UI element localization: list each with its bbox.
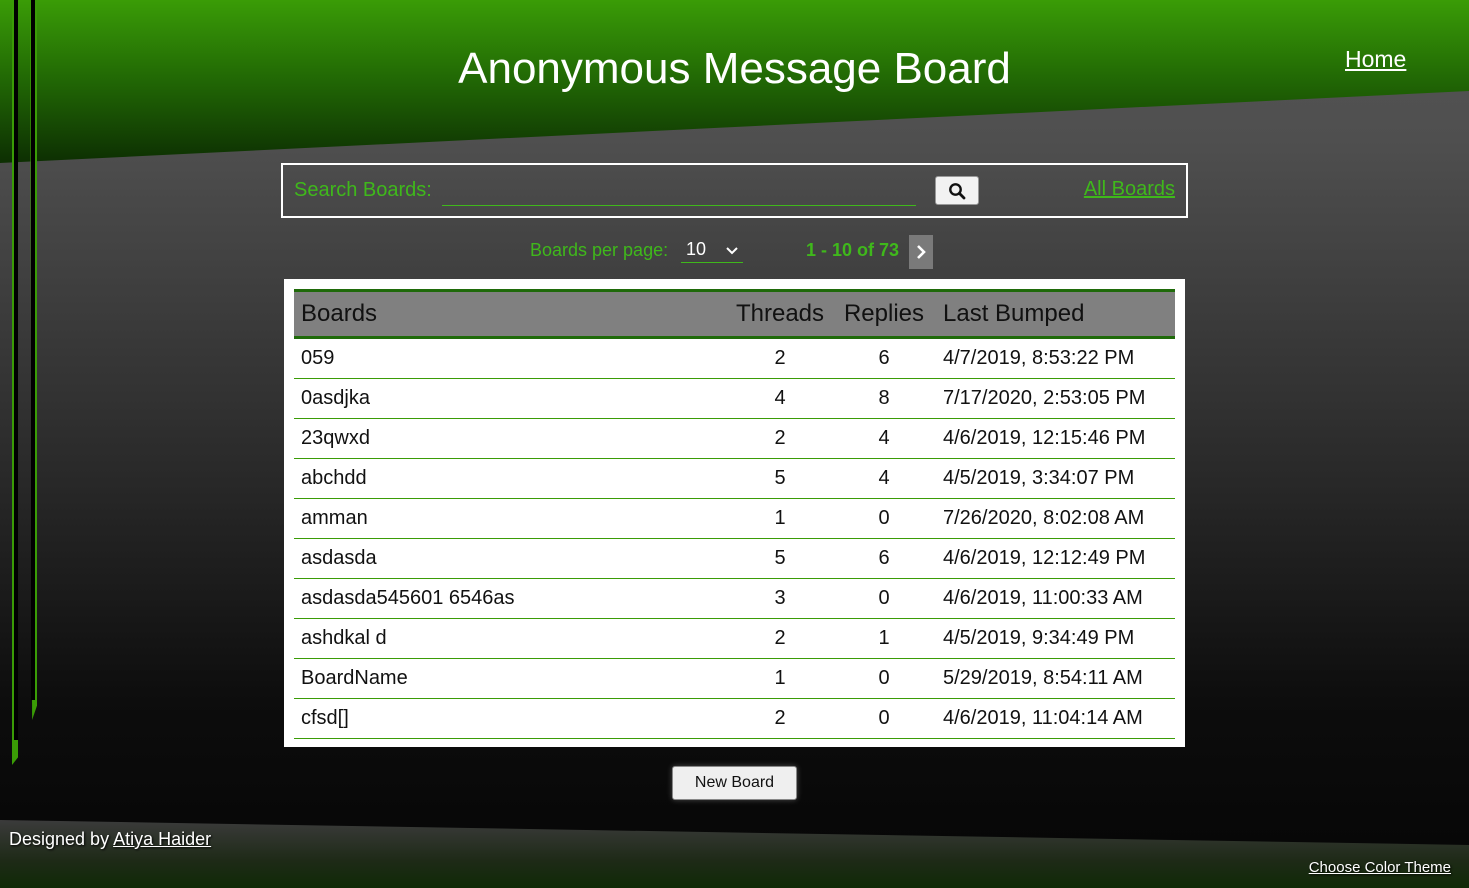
reply-count: 0 <box>832 658 936 699</box>
last-bumped: 5/29/2019, 8:54:11 AM <box>936 658 1175 699</box>
all-boards-link[interactable]: All Boards <box>1084 178 1175 201</box>
last-bumped: 7/26/2020, 8:02:08 AM <box>936 498 1175 539</box>
board-name[interactable]: 0asdjka <box>294 378 728 419</box>
search-label: Search Boards: <box>294 179 432 201</box>
last-bumped: 7/17/2020, 2:53:05 PM <box>936 378 1175 419</box>
boards-table-container: Boards Threads Replies Last Bumped 059 2… <box>284 279 1185 747</box>
table-row[interactable]: 23qwxd 2 4 4/6/2019, 12:15:46 PM <box>294 418 1175 459</box>
table-row[interactable]: asdasda545601 6546as 3 0 4/6/2019, 11:00… <box>294 578 1175 619</box>
next-page-button[interactable] <box>909 235 933 269</box>
reply-count: 4 <box>832 458 936 499</box>
table-row[interactable]: 0asdjka 4 8 7/17/2020, 2:53:05 PM <box>294 378 1175 419</box>
table-row[interactable]: 059 2 6 4/7/2019, 8:53:22 PM <box>294 337 1175 379</box>
reply-count: 1 <box>832 618 936 659</box>
reply-count: 0 <box>832 698 936 739</box>
reply-count: 8 <box>832 378 936 419</box>
board-name[interactable]: abchdd <box>294 458 728 499</box>
thread-count: 1 <box>728 658 832 699</box>
page-range: 1 - 10 of 73 <box>806 240 900 260</box>
board-name[interactable]: asdasda <box>294 538 728 579</box>
designed-by-prefix: Designed by <box>9 829 110 849</box>
search-icon <box>949 182 966 199</box>
choose-color-theme-link[interactable]: Choose Color Theme <box>1309 859 1451 876</box>
home-link[interactable]: Home <box>1345 46 1406 73</box>
board-name[interactable]: cfsd[] <box>294 698 728 739</box>
thread-count: 2 <box>728 618 832 659</box>
table-row[interactable]: ashdkal d 2 1 4/5/2019, 9:34:49 PM <box>294 618 1175 659</box>
table-row[interactable]: amman 1 0 7/26/2020, 8:02:08 AM <box>294 498 1175 539</box>
board-name[interactable]: amman <box>294 498 728 539</box>
column-header-threads[interactable]: Threads <box>728 289 832 339</box>
chevron-down-icon <box>726 247 738 255</box>
table-row[interactable]: BoardName 1 0 5/29/2019, 8:54:11 AM <box>294 658 1175 699</box>
per-page-select[interactable]: 10 <box>681 238 743 263</box>
last-bumped: 4/6/2019, 12:12:49 PM <box>936 538 1175 579</box>
board-name[interactable]: ashdkal d <box>294 618 728 659</box>
boards-table: Boards Threads Replies Last Bumped 059 2… <box>294 289 1175 739</box>
thread-count: 5 <box>728 458 832 499</box>
last-bumped: 4/5/2019, 3:34:07 PM <box>936 458 1175 499</box>
decorative-stripe <box>31 0 35 700</box>
thread-count: 2 <box>728 418 832 459</box>
reply-count: 4 <box>832 418 936 459</box>
reply-count: 0 <box>832 578 936 619</box>
table-row[interactable]: abchdd 5 4 4/5/2019, 3:34:07 PM <box>294 458 1175 499</box>
reply-count: 0 <box>832 498 936 539</box>
board-name[interactable]: 23qwxd <box>294 418 728 459</box>
table-row[interactable]: asdasda 5 6 4/6/2019, 12:12:49 PM <box>294 538 1175 579</box>
last-bumped: 4/6/2019, 12:15:46 PM <box>936 418 1175 459</box>
thread-count: 2 <box>728 698 832 739</box>
search-input[interactable] <box>442 177 916 206</box>
last-bumped: 4/6/2019, 11:04:14 AM <box>936 698 1175 739</box>
thread-count: 5 <box>728 538 832 579</box>
last-bumped: 4/5/2019, 9:34:49 PM <box>936 618 1175 659</box>
table-row[interactable]: cfsd[] 2 0 4/6/2019, 11:04:14 AM <box>294 698 1175 739</box>
column-header-boards[interactable]: Boards <box>294 289 728 339</box>
thread-count: 4 <box>728 378 832 419</box>
reply-count: 6 <box>832 538 936 579</box>
board-name[interactable]: BoardName <box>294 658 728 699</box>
decorative-stripe <box>14 0 18 740</box>
last-bumped: 4/7/2019, 8:53:22 PM <box>936 337 1175 379</box>
per-page-value: 10 <box>686 239 707 259</box>
new-board-button[interactable]: New Board <box>672 766 797 800</box>
column-header-last-bumped[interactable]: Last Bumped <box>936 289 1175 339</box>
column-header-replies[interactable]: Replies <box>832 289 936 339</box>
per-page-label: Boards per page: <box>530 240 669 260</box>
board-name[interactable]: 059 <box>294 337 728 379</box>
page-title: Anonymous Message Board <box>458 44 1011 93</box>
designer-link[interactable]: Atiya Haider <box>113 829 211 849</box>
table-header-row: Boards Threads Replies Last Bumped <box>294 289 1175 339</box>
chevron-right-icon <box>917 245 926 259</box>
reply-count: 6 <box>832 337 936 379</box>
designer-credit: Designed by Atiya Haider <box>9 829 211 850</box>
last-bumped: 4/6/2019, 11:00:33 AM <box>936 578 1175 619</box>
search-button[interactable] <box>935 176 979 205</box>
thread-count: 1 <box>728 498 832 539</box>
footer-background <box>0 820 1469 888</box>
thread-count: 2 <box>728 337 832 379</box>
search-bar: Search Boards: All Boards <box>281 163 1188 218</box>
thread-count: 3 <box>728 578 832 619</box>
board-name[interactable]: asdasda545601 6546as <box>294 578 728 619</box>
